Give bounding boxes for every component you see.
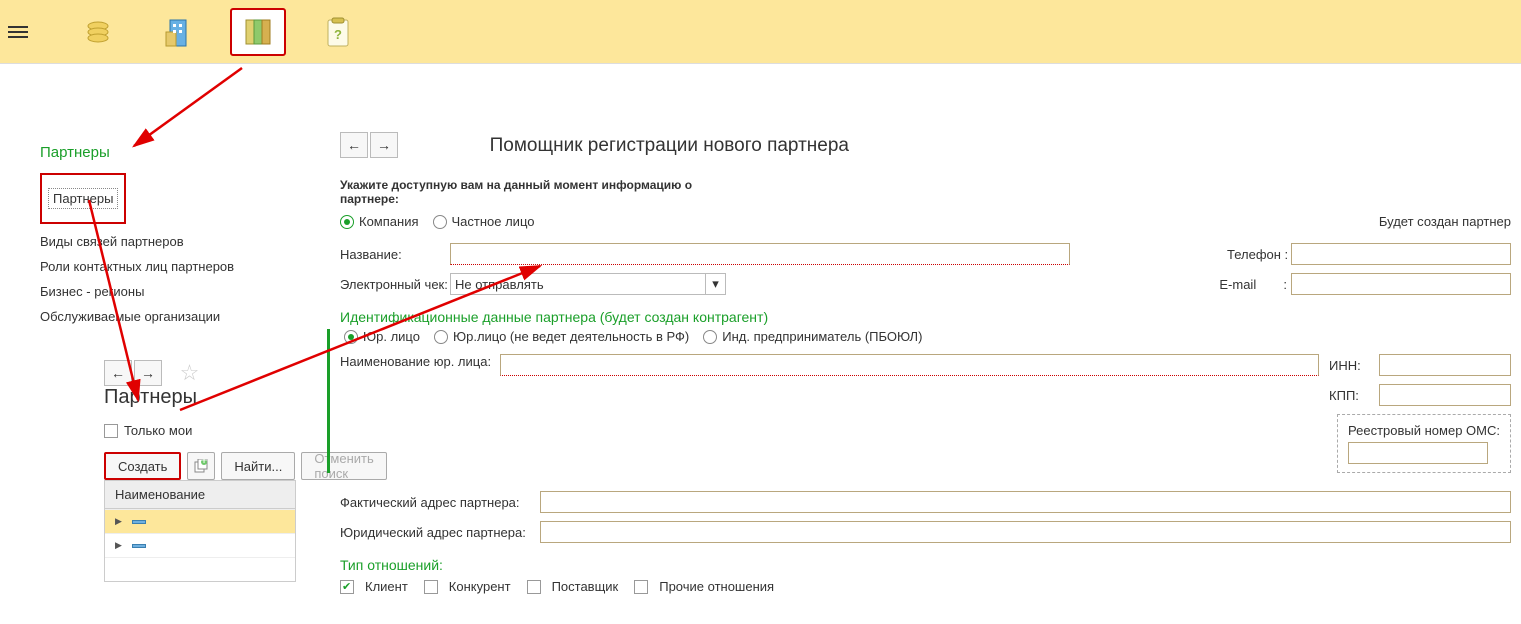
nav-item-biz-regions[interactable]: Бизнес - регионы — [40, 284, 296, 299]
ident-section: Юр. лицо Юр.лицо (не ведет деятельность … — [327, 329, 1511, 473]
radio-icon — [340, 215, 354, 229]
fact-address-label: Фактический адрес партнера: — [340, 495, 530, 510]
expand-icon[interactable]: ▶ — [115, 540, 122, 551]
form-hint: Укажите доступную вам на данный момент и… — [340, 178, 720, 206]
only-mine-label: Только мои — [124, 423, 192, 438]
phone-input[interactable] — [1291, 243, 1511, 265]
grid-column-header[interactable]: Наименование — [104, 480, 296, 509]
nav-item-partners-highlight: Партнеры — [40, 173, 126, 224]
checkbox-icon — [634, 580, 648, 594]
sublist-title: Партнеры — [104, 386, 197, 408]
email-label: E-mail — [1219, 277, 1283, 292]
left-navigation: Партнеры Партнеры Виды связей партнеров … — [0, 64, 320, 604]
echeck-select[interactable]: Не отправлять ▾ — [450, 273, 726, 295]
only-mine-checkbox[interactable] — [104, 424, 118, 438]
echeck-label: Электронный чек: — [340, 277, 450, 292]
email-input[interactable] — [1291, 273, 1511, 295]
nav-item-partners[interactable]: Партнеры — [48, 188, 118, 209]
content-area: Партнеры Партнеры Виды связей партнеров … — [0, 64, 1521, 604]
fact-address-input[interactable] — [540, 491, 1511, 513]
phone-label: Телефон : — [1227, 247, 1291, 262]
relations-checkbox-group: Клиент Конкурент Поставщик Прочие отноше… — [340, 579, 1511, 594]
hamburger-icon[interactable] — [8, 23, 28, 41]
create-copy-button[interactable]: + — [187, 452, 215, 480]
relations-section-title: Тип отношений: — [340, 557, 1511, 573]
radio-legal-norf[interactable]: Юр.лицо (не ведет деятельность в РФ) — [434, 329, 689, 344]
wizard-form: ← → Помощник регистрации нового партнера… — [320, 64, 1521, 604]
cb-competitor[interactable]: Конкурент — [424, 579, 511, 594]
ident-section-title: Идентификационные данные партнера (будет… — [340, 309, 1511, 325]
partner-type-radio-group: Компания Частное лицо Будет создан партн… — [340, 214, 1511, 229]
form-nav-forward-icon[interactable]: → — [370, 132, 398, 158]
toolbar-building-icon[interactable] — [150, 8, 206, 56]
folder-icon — [132, 520, 146, 524]
checkbox-icon — [527, 580, 541, 594]
nav-item-link-types[interactable]: Виды связей партнеров — [40, 234, 296, 249]
sub-list-panel: ← → ☆ Партнеры Только мои Создать + Найт… — [40, 360, 296, 582]
name-label: Название: — [340, 247, 450, 262]
echeck-value: Не отправлять — [455, 277, 544, 292]
cb-client[interactable]: Клиент — [340, 579, 408, 594]
oms-input[interactable] — [1348, 442, 1488, 464]
favorite-star-icon[interactable]: ☆ — [180, 360, 200, 385]
legal-name-label: Наименование юр. лица: — [340, 354, 500, 369]
inn-label: ИНН: — [1329, 358, 1369, 373]
nav-item-contact-roles[interactable]: Роли контактных лиц партнеров — [40, 259, 296, 274]
svg-text:?: ? — [334, 27, 342, 42]
radio-private-person[interactable]: Частное лицо — [433, 214, 535, 229]
radio-legal[interactable]: Юр. лицо — [344, 329, 420, 344]
oms-label: Реестровый номер ОМС: — [1348, 423, 1500, 438]
form-nav-back-icon[interactable]: ← — [340, 132, 368, 158]
radio-icon — [344, 330, 358, 344]
kpp-input[interactable] — [1379, 384, 1511, 406]
dropdown-caret-icon: ▾ — [705, 274, 725, 294]
sublist-nav-back-icon[interactable]: ← — [104, 360, 132, 386]
status-text: Будет создан партнер — [1379, 214, 1511, 229]
checkbox-icon — [424, 580, 438, 594]
radio-icon — [434, 330, 448, 344]
grid-row[interactable]: ▶ — [105, 533, 295, 557]
form-title: Помощник регистрации нового партнера — [490, 135, 849, 157]
find-button[interactable]: Найти... — [221, 452, 295, 480]
kpp-label: КПП: — [1329, 388, 1369, 403]
folder-icon — [132, 544, 146, 548]
toolbar-help-icon[interactable]: ? — [310, 8, 366, 56]
svg-text:+: + — [201, 459, 209, 467]
radio-ip[interactable]: Инд. предприниматель (ПБОЮЛ) — [703, 329, 922, 344]
oms-section: Реестровый номер ОМС: — [1337, 414, 1511, 473]
radio-icon — [433, 215, 447, 229]
nav-item-served-orgs[interactable]: Обслуживаемые организации — [40, 309, 296, 324]
legal-type-radio-group: Юр. лицо Юр.лицо (не ведет деятельность … — [344, 329, 1511, 344]
legal-name-input[interactable] — [500, 354, 1319, 376]
cb-supplier[interactable]: Поставщик — [527, 579, 619, 594]
partner-grid: ▶ ▶ — [104, 509, 296, 582]
radio-icon — [703, 330, 717, 344]
create-button[interactable]: Создать — [104, 452, 181, 480]
inn-input[interactable] — [1379, 354, 1511, 376]
name-input[interactable] — [450, 243, 1070, 265]
expand-icon[interactable]: ▶ — [115, 516, 122, 527]
grid-row[interactable]: ▶ — [105, 509, 295, 533]
toolbar-books-icon[interactable] — [230, 8, 286, 56]
checkbox-icon — [340, 580, 354, 594]
nav-section-title: Партнеры — [40, 144, 296, 161]
top-toolbar: ? — [0, 0, 1521, 64]
sublist-nav-forward-icon[interactable]: → — [134, 360, 162, 386]
radio-company[interactable]: Компания — [340, 214, 419, 229]
grid-row[interactable] — [105, 557, 295, 581]
cb-other[interactable]: Прочие отношения — [634, 579, 774, 594]
legal-address-label: Юридический адрес партнера: — [340, 525, 530, 540]
legal-address-input[interactable] — [540, 521, 1511, 543]
toolbar-finance-icon[interactable] — [70, 8, 126, 56]
